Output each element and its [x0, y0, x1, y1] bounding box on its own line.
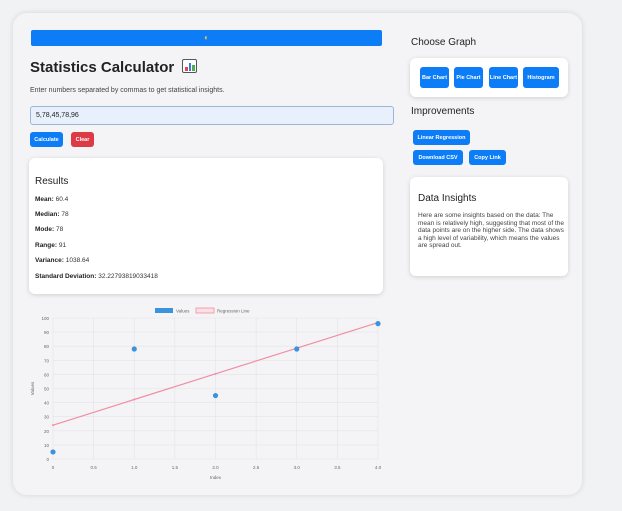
pie-chart-button[interactable]: Pie Chart [454, 67, 483, 88]
x-tick-label: 3.0 [294, 465, 301, 470]
stat-label: Standard Deviation: [35, 273, 97, 280]
data-point [212, 392, 219, 399]
linear-regression-button[interactable]: Linear Regression [413, 130, 470, 145]
chart-container: 0 10 20 30 40 50 60 70 80 90 100 0 0.5 1.0 1.5 2.0 2.5 3.… [27, 304, 387, 484]
clear-button[interactable]: Clear [71, 132, 94, 147]
x-tick-label: 0 [52, 465, 55, 470]
regression-point [214, 372, 217, 375]
stat-value: 32.22793819033418 [98, 273, 158, 280]
x-tick-label: 3.5 [334, 465, 341, 470]
choose-graph-title: Choose Graph [411, 37, 477, 48]
stat-median: Median: 78 [35, 211, 69, 218]
stat-mean: Mean: 60.4 [35, 196, 68, 203]
moon-icon: ◐ [204, 33, 209, 42]
x-tick-label: 1.0 [131, 465, 138, 470]
stat-label: Mean: [35, 196, 54, 203]
stat-label: Range: [35, 242, 58, 249]
calculate-button[interactable]: Calculate [30, 132, 63, 147]
y-tick-label: 70 [44, 358, 50, 363]
bar-chart-icon [182, 59, 198, 73]
x-tick-label: 0.5 [90, 465, 97, 470]
improvements-title: Improvements [411, 106, 475, 117]
stat-label: Mode: [35, 226, 55, 233]
legend-label-values: Values [176, 309, 190, 314]
legend-swatch-values [155, 308, 173, 313]
data-point [131, 346, 137, 352]
line-chart-button[interactable]: Line Chart [489, 67, 518, 88]
y-axis-label: Values [30, 381, 35, 395]
stat-value: 91 [58, 242, 67, 249]
instructions-text: Enter numbers separated by commas to get… [30, 87, 225, 94]
regression-point [52, 424, 54, 427]
y-tick-label: 100 [41, 316, 49, 321]
legend-swatch-regression [195, 307, 215, 314]
data-point [294, 346, 300, 352]
x-axis-label: Index [210, 475, 222, 480]
y-tick-label: 40 [44, 401, 50, 406]
stat-value: 60.4 [55, 196, 69, 203]
page-title: Statistics Calculator [30, 59, 175, 76]
insights-text: Here are some insights based on the data… [418, 212, 564, 249]
page-title-block: Statistics Calculator [30, 59, 198, 76]
scatter-chart[interactable]: 0 10 20 30 40 50 60 70 80 90 100 0 0.5 1.0 1.5 2.0 2.5 3.… [27, 304, 387, 484]
copy-link-button[interactable]: Copy Link [469, 150, 506, 165]
y-tick-label: 20 [44, 429, 50, 434]
insights-card: Data Insights Here are some insights bas… [410, 177, 568, 276]
data-point [50, 449, 56, 455]
insights-title: Data Insights [418, 193, 477, 204]
y-tick-label: 80 [44, 344, 50, 349]
y-tick-label: 0 [46, 457, 49, 462]
stat-label: Variance: [35, 257, 64, 264]
stat-value: 1038.64 [65, 257, 90, 264]
stat-mode: Mode: 78 [35, 226, 63, 233]
numbers-input[interactable] [30, 106, 394, 125]
x-tick-label: 2.5 [253, 465, 260, 470]
y-tick-label: 10 [44, 443, 50, 448]
stat-variance: Variance: 1038.64 [35, 257, 89, 264]
stat-value: 78 [61, 211, 69, 218]
stat-std-dev: Standard Deviation: 32.22793819033418 [35, 273, 158, 280]
y-tick-label: 60 [44, 372, 50, 377]
legend-label-regression: Regression Line [217, 309, 250, 314]
x-tick-label: 2.0 [212, 465, 219, 470]
results-card: Results Mean: 60.4 Median: 78 Mode: 78 R… [29, 158, 383, 294]
y-tick-label: 90 [44, 330, 50, 335]
data-point [375, 321, 381, 327]
download-csv-button[interactable]: Download CSV [413, 150, 463, 165]
x-tick-label: 1.5 [172, 465, 179, 470]
stat-label: Median: [35, 211, 60, 218]
graph-options-card: Bar Chart Pie Chart Line Chart Histogram [410, 58, 568, 97]
x-tick-label: 4.0 [375, 465, 382, 470]
stat-range: Range: 91 [35, 242, 66, 249]
histogram-button[interactable]: Histogram [523, 67, 559, 88]
y-tick-label: 30 [44, 415, 50, 420]
bar-chart-button[interactable]: Bar Chart [420, 67, 449, 88]
regression-point [133, 398, 136, 401]
theme-toggle-bar[interactable]: ◐ [31, 30, 382, 46]
stat-value: 78 [55, 226, 64, 233]
results-title: Results [35, 176, 69, 187]
y-tick-label: 50 [44, 387, 50, 392]
